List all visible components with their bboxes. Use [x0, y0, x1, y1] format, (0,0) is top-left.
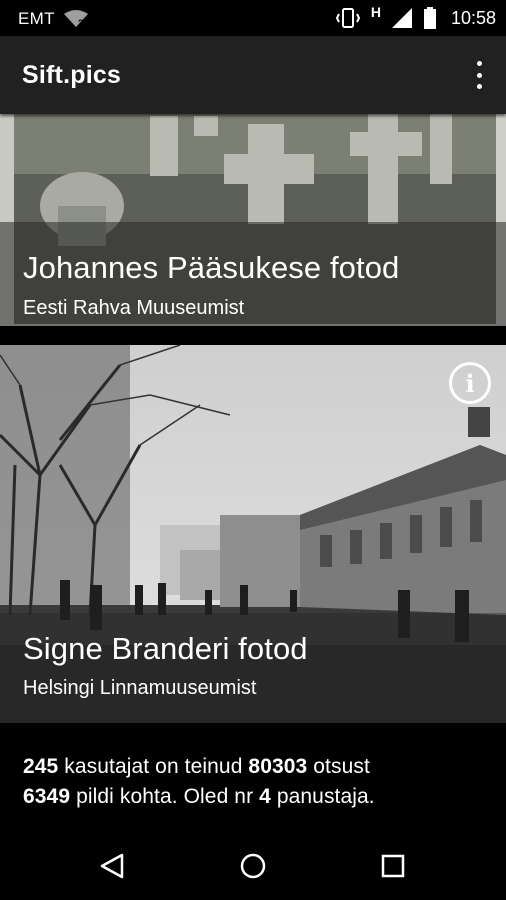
- wifi-question-icon: ?: [64, 10, 88, 28]
- app-title: Sift.pics: [22, 61, 122, 89]
- images-text: pildi kohta. Oled nr: [76, 785, 254, 808]
- card-caption-1: Johannes Pääsukese fotod Eesti Rahva Muu…: [0, 222, 506, 326]
- users-count: 245: [23, 755, 59, 778]
- stats-line-2: 6349 pildi kohta. Oled nr 4 panustaja.: [23, 782, 375, 812]
- home-icon[interactable]: [237, 850, 269, 882]
- users-text: kasutajat on teinud: [64, 755, 243, 778]
- card-title: Signe Branderi fotod: [23, 631, 308, 666]
- status-bar: EMT ? H 10:58: [0, 0, 506, 36]
- recents-icon[interactable]: [377, 850, 409, 882]
- status-icons: H 10:58: [335, 4, 496, 30]
- info-icon[interactable]: i: [449, 362, 491, 404]
- collection-card-2[interactable]: i Signe Branderi fotod Helsingi Linnamuu…: [0, 345, 506, 723]
- card-subtitle: Helsingi Linnamuuseumist: [23, 677, 257, 699]
- decisions-count: 80303: [248, 755, 308, 778]
- app-bar: Sift.pics: [0, 36, 506, 114]
- battery-icon: [423, 7, 436, 29]
- rank-text: panustaja.: [276, 785, 375, 808]
- network-type-label: H: [370, 4, 381, 20]
- card-subtitle: Eesti Rahva Muuseumist: [23, 297, 245, 319]
- svg-text:?: ?: [78, 18, 84, 28]
- vibrate-icon: [335, 8, 360, 28]
- card-caption-2: Signe Branderi fotod Helsingi Linnamuuse…: [0, 613, 506, 723]
- contribution-stats: 245 kasutajat on teinud 80303 otsust 634…: [23, 752, 375, 812]
- navigation-bar: [0, 830, 506, 900]
- rank-number: 4: [259, 785, 271, 808]
- signal-icon: [391, 8, 412, 28]
- clock: 10:58: [450, 7, 496, 28]
- back-icon[interactable]: [96, 850, 128, 882]
- more-vert-icon[interactable]: [474, 61, 484, 89]
- carrier-label: EMT: [18, 9, 55, 28]
- card-title: Johannes Pääsukese fotod: [23, 250, 400, 285]
- decisions-text: otsust: [313, 755, 370, 778]
- stats-line-1: 245 kasutajat on teinud 80303 otsust: [23, 752, 375, 782]
- images-count: 6349: [23, 785, 71, 808]
- collection-card-1[interactable]: Johannes Pääsukese fotod Eesti Rahva Muu…: [0, 114, 506, 326]
